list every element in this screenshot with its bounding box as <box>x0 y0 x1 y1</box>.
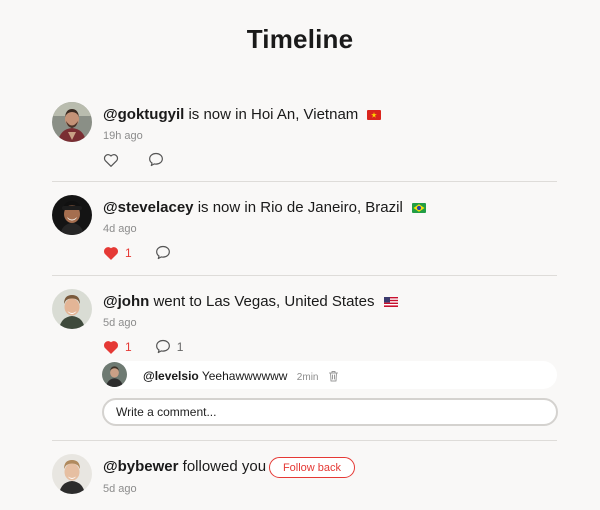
avatar[interactable] <box>52 289 92 329</box>
comment-timestamp: 2min <box>296 372 319 383</box>
user-handle-link[interactable]: @stevelacey <box>103 199 194 216</box>
user-handle-link[interactable]: @john <box>103 293 149 310</box>
page-title: Timeline <box>246 24 354 54</box>
post-header: @stevelacey is now in Rio de Janeiro, Br… <box>103 199 426 217</box>
post-text: went to Las Vegas, United States <box>153 293 375 310</box>
post-actions: 1 <box>103 245 171 260</box>
heart-outline-icon <box>103 153 119 167</box>
user-handle-link[interactable]: @goktugyil <box>103 106 184 123</box>
post-timestamp: 5d ago <box>103 483 137 495</box>
comment-button[interactable]: 1 <box>155 339 184 354</box>
post-actions: 1 1 <box>103 339 183 354</box>
brazil-flag-icon <box>411 200 426 217</box>
comment-body: Yeehawwwwww <box>201 369 288 383</box>
post-header: @goktugyil is now in Hoi An, Vietnam <box>103 106 382 124</box>
comment-avatar[interactable] <box>102 362 127 387</box>
post-timestamp: 19h ago <box>103 130 143 142</box>
heart-filled-icon <box>104 340 118 354</box>
post-timestamp: 4d ago <box>103 223 137 235</box>
comment-content: @levelsio Yeehawwwwww 2min <box>143 369 339 385</box>
divider <box>52 181 557 182</box>
speech-bubble-icon <box>155 339 170 354</box>
comment-count: 1 <box>176 339 184 354</box>
comment-button[interactable] <box>148 152 164 167</box>
avatar[interactable] <box>52 454 92 494</box>
speech-bubble-icon <box>155 245 170 260</box>
follow-back-button[interactable]: Follow back <box>269 457 355 478</box>
post-text: is now in Rio de Janeiro, Brazil <box>197 199 403 216</box>
vietnam-flag-icon <box>367 107 382 124</box>
timeline-post: @stevelacey is now in Rio de Janeiro, Br… <box>52 195 557 265</box>
trash-icon[interactable] <box>328 370 339 385</box>
post-text: followed you <box>182 458 267 475</box>
user-handle-link[interactable]: @bybewer <box>103 458 178 475</box>
like-button[interactable]: 1 <box>103 246 132 260</box>
post-header: @john went to Las Vegas, United States <box>103 293 398 311</box>
like-count: 1 <box>125 245 132 260</box>
avatar[interactable] <box>52 102 92 142</box>
comment-input[interactable] <box>102 398 558 426</box>
like-button[interactable]: 1 <box>103 340 132 354</box>
comment-button[interactable] <box>155 245 171 260</box>
like-count: 1 <box>125 339 132 354</box>
divider <box>52 275 557 276</box>
comment-handle-link[interactable]: @levelsio <box>143 369 199 383</box>
avatar[interactable] <box>52 195 92 235</box>
speech-bubble-icon <box>149 152 163 167</box>
post-timestamp: 5d ago <box>103 317 137 329</box>
divider <box>52 440 557 441</box>
usa-flag-icon <box>383 294 398 311</box>
timeline-post: @goktugyil is now in Hoi An, Vietnam 19h… <box>52 102 557 172</box>
heart-filled-icon <box>104 246 118 260</box>
timeline-post: @john went to Las Vegas, United States 5… <box>52 289 557 359</box>
post-actions <box>103 152 164 167</box>
post-text: is now in Hoi An, Vietnam <box>188 106 359 123</box>
like-button[interactable] <box>103 153 119 167</box>
post-header: @bybewer followed you <box>103 458 266 475</box>
